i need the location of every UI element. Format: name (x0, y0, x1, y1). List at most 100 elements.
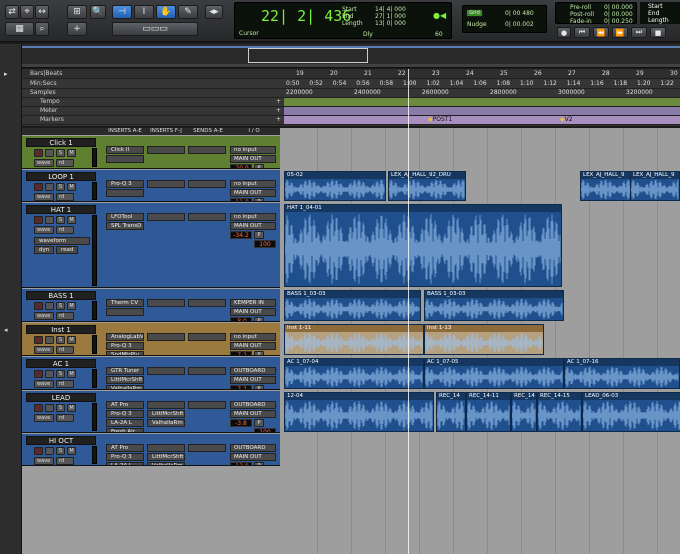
postroll-label[interactable]: Post-roll (570, 11, 594, 18)
output-selector[interactable]: MAIN OUT (230, 155, 276, 163)
input-selector[interactable]: no input (230, 146, 276, 154)
grabber-tool-button[interactable]: ✋ (156, 5, 176, 19)
audio-clip[interactable]: REC_14-11 (466, 392, 511, 432)
volume-value[interactable]: -34.2 (230, 231, 252, 239)
insert-slot-c[interactable]: ValhallaRm (106, 385, 144, 389)
audio-clip[interactable]: BASS 1_03-03 (284, 290, 421, 321)
postroll-value[interactable]: 0| 00.000 (604, 11, 633, 18)
zoom-preset-button[interactable]: ⌕ (35, 22, 49, 36)
insert-slot-f[interactable] (147, 444, 185, 452)
send-slot-a[interactable]: LittlMcrShft (147, 410, 185, 418)
overview-selection[interactable] (248, 48, 368, 63)
insert-slot-b[interactable] (106, 189, 144, 197)
insert-slot-a[interactable]: Pro-Q 3 (106, 180, 144, 188)
mute-button[interactable]: M (67, 302, 76, 310)
insert-slot-b[interactable]: Pro-Q 3 (106, 453, 144, 461)
output-selector[interactable]: MAIN OUT (230, 453, 276, 461)
track-header-loop-1[interactable]: LOOP 1 SMwave rd Pro-Q 3 no inputMAIN OUT-11… (22, 170, 280, 202)
marker-post1[interactable]: ◆POST1 (428, 116, 452, 124)
preroll-value[interactable]: 0| 00.000 (604, 4, 633, 11)
audio-clip[interactable]: REC_14 (511, 392, 537, 432)
grid-value[interactable]: 0| 00 480 (505, 10, 534, 17)
solo-button[interactable]: S (56, 183, 65, 191)
mute-button[interactable]: M (67, 216, 76, 224)
mute-button[interactable]: M (67, 447, 76, 455)
track-lane[interactable]: BASS 1_03-03 BASS 1_03-03 (284, 289, 680, 322)
automation-mode-selector[interactable]: rd (56, 226, 74, 234)
input-monitor-button[interactable] (45, 404, 54, 412)
insert-slot-f[interactable] (147, 213, 185, 221)
solo-button[interactable]: S (56, 370, 65, 378)
mute-button[interactable]: M (67, 370, 76, 378)
main-counter-display[interactable]: 22| 2| 436 Cursor Start End Length 14| 4… (234, 2, 452, 39)
track-name[interactable]: HI OCT (26, 436, 96, 445)
track-header-click-1[interactable]: Click 1 S Mwave rd Click II no input MAIN OUT -… (22, 136, 280, 169)
mute-button[interactable]: M (67, 183, 76, 191)
send-slot[interactable] (188, 401, 226, 409)
track-view-selector[interactable]: wave (34, 312, 54, 320)
add-marker-icon[interactable]: + (276, 116, 281, 123)
track-header-inst-1[interactable]: Inst 1 S Mwave rd AnalogLabV Pro-Q 3 SndMtrPlu… (22, 323, 280, 356)
track-view-selector[interactable]: wave (34, 159, 54, 167)
record-enable-button[interactable] (34, 336, 43, 344)
trim-tool-button[interactable]: ⊣ (112, 5, 132, 19)
insert-slot-b[interactable] (106, 155, 144, 163)
track-lane[interactable]: 05-02 LEX_AJ_HALL_92_DRU LEX_AJ_HALL_9 LEX_… (284, 170, 680, 202)
send-slot[interactable] (188, 180, 226, 188)
insert-slot-f[interactable] (147, 180, 185, 188)
record-enable-button[interactable] (34, 447, 43, 455)
magnifier-tool-button[interactable]: 🔍 (90, 5, 106, 19)
send-slot-b[interactable]: ValhallaRm (147, 419, 185, 427)
end-value[interactable]: 27| 1| 000 (375, 13, 406, 20)
zoom-tool-button[interactable]: ⊞ (67, 5, 87, 19)
send-slot[interactable] (188, 213, 226, 221)
pan-knob[interactable]: P (254, 198, 264, 201)
smart-tool-button[interactable]: ▭▭▭ (112, 22, 198, 36)
sidebar-arrow-icon[interactable]: ▸ (4, 70, 8, 78)
output-selector[interactable]: MAIN OUT (230, 189, 276, 197)
insert-slot-b[interactable]: LittlMcrShft (106, 376, 144, 384)
send-slot[interactable] (188, 444, 226, 452)
insert-slot-c[interactable]: SndMtrPlu (106, 351, 144, 355)
track-view-selector[interactable]: wave (34, 226, 54, 234)
insert-slot-a[interactable]: Click II (106, 146, 144, 154)
track-name[interactable]: HAT 1 (26, 205, 96, 214)
playhead-cursor[interactable] (408, 69, 409, 554)
track-view-selector[interactable]: wave (34, 380, 54, 388)
audio-clip[interactable]: 05-02 (284, 171, 386, 201)
audio-clip[interactable]: LEX_AJ_HALL_92_DRU (388, 171, 466, 201)
mute-button[interactable]: M (67, 336, 76, 344)
input-selector[interactable]: OUTBOARD (230, 444, 276, 452)
input-monitor-button[interactable] (45, 336, 54, 344)
audio-clip[interactable]: HAT 1_04-01 (284, 204, 562, 287)
output-selector[interactable]: MAIN OUT (230, 222, 276, 230)
output-selector[interactable]: MAIN OUT (230, 376, 276, 384)
automation-mode-selector[interactable]: rd (56, 159, 74, 167)
add-meter-icon[interactable]: + (276, 107, 281, 114)
send-slot[interactable] (188, 146, 226, 154)
audio-clip[interactable]: LEAD_06-03 (582, 392, 680, 432)
send-slot[interactable] (188, 367, 226, 375)
edit-mode-grid-button[interactable]: ▦ (5, 22, 34, 36)
automation-mode-selector[interactable]: rd (56, 457, 74, 465)
audio-clip[interactable]: Inst 1-13 (424, 324, 544, 355)
input-monitor-button[interactable] (45, 183, 54, 191)
send-slot[interactable] (188, 299, 226, 307)
dyn-view-selector[interactable]: dyn (34, 246, 54, 254)
fast-forward-button[interactable]: ⏭ (631, 27, 647, 38)
track-lane[interactable]: Inst 1-11 Inst 1-13 (284, 323, 680, 356)
insert-slot-c[interactable]: LA-2A L (106, 419, 144, 427)
insert-slot-a[interactable]: LFOTool (106, 213, 144, 221)
audio-clip[interactable]: AC 1_07-04 (284, 358, 424, 389)
record-enable-button[interactable] (34, 216, 43, 224)
insert-slot-a[interactable]: AT Pro (106, 444, 144, 452)
volume-value[interactable]: -7.2 (230, 385, 252, 389)
record-enable-button[interactable] (34, 149, 43, 157)
universe-overview[interactable] (22, 44, 680, 68)
start-value[interactable]: 14| 4| 000 (375, 6, 406, 13)
solo-button[interactable]: S (56, 336, 65, 344)
pan-value[interactable]: 100 (254, 428, 276, 432)
send-slot[interactable] (188, 333, 226, 341)
record-enable-button[interactable] (34, 370, 43, 378)
pan-knob[interactable]: P (254, 317, 264, 321)
